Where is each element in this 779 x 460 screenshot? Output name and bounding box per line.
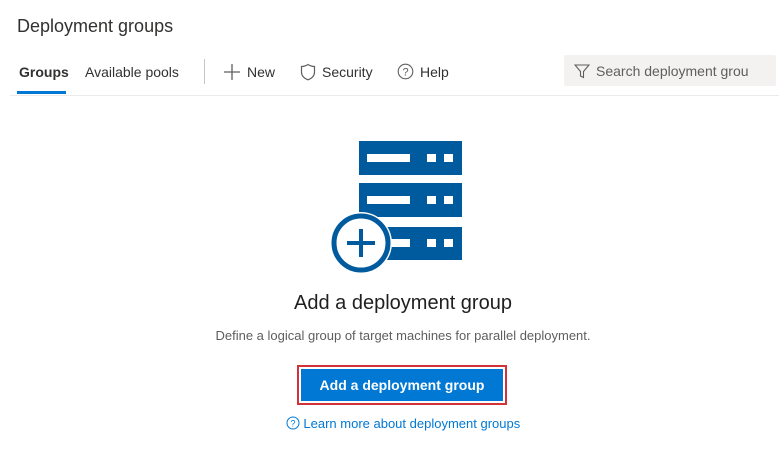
shield-icon [300, 63, 316, 81]
page-title: Deployment groups [17, 16, 174, 36]
security-button[interactable]: Security [300, 63, 373, 81]
svg-text:?: ? [290, 419, 295, 429]
search-input[interactable]: Search deployment grou [564, 55, 776, 86]
new-button[interactable]: New [223, 63, 275, 81]
empty-state-description: Define a logical group of target machine… [215, 328, 591, 343]
help-button[interactable]: ? Help [397, 63, 449, 80]
svg-text:?: ? [402, 67, 408, 79]
add-deployment-group-button[interactable]: Add a deployment group [301, 369, 503, 401]
header-divider [10, 95, 779, 96]
tab-available-pools[interactable]: Available pools [85, 64, 179, 80]
help-icon: ? [286, 416, 300, 430]
learn-more-label: Learn more about deployment groups [303, 416, 521, 431]
button-highlight: Add a deployment group [297, 365, 507, 405]
server-add-icon [330, 141, 462, 274]
new-label: New [247, 64, 276, 80]
filter-icon [574, 63, 590, 78]
search-placeholder: Search deployment grou [596, 62, 749, 79]
empty-state-heading: Add a deployment group [294, 292, 512, 314]
help-label: Help [420, 63, 449, 80]
learn-more-link[interactable]: ? Learn more about deployment groups [0, 416, 779, 431]
security-label: Security [322, 64, 373, 80]
help-icon: ? [397, 63, 414, 80]
plus-icon [224, 64, 240, 80]
toolbar-separator [204, 59, 205, 84]
tab-groups[interactable]: Groups [19, 64, 69, 80]
tab-selected-indicator [17, 91, 66, 94]
